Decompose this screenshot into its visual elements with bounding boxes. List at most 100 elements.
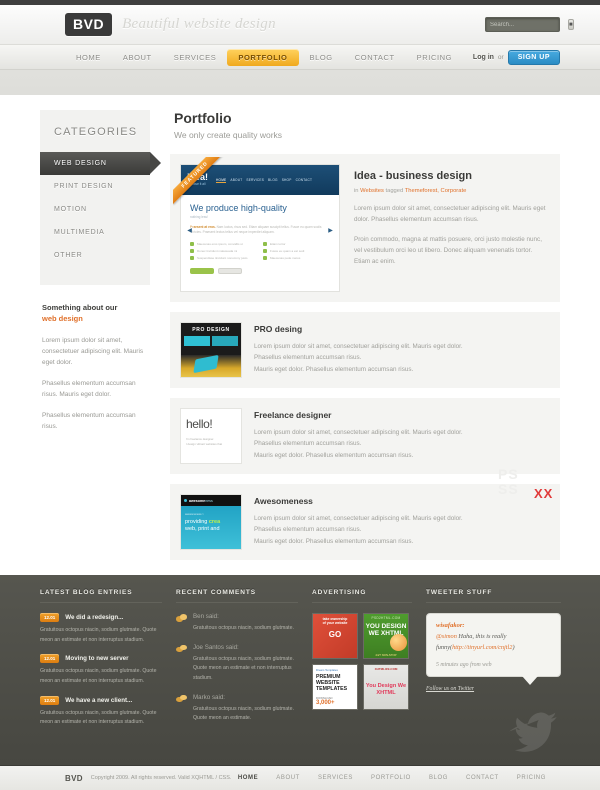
blog-entry-title[interactable]: We have a new client... bbox=[65, 697, 132, 704]
search-input[interactable] bbox=[486, 21, 568, 28]
slider-prev-icon[interactable]: ◀ bbox=[185, 219, 194, 242]
sidebar-item-label[interactable]: WEB DESIGN bbox=[40, 152, 150, 175]
categories-panel: CATEGORIES WEB DESIGN PRINT DESIGN MOTIO… bbox=[40, 110, 161, 285]
bullet-icon bbox=[263, 255, 267, 260]
comment-text: Gratuitous octopus niacin, sodium glutma… bbox=[193, 705, 294, 722]
footer-col-comments: RECENT COMMENTS Ben said: Gratuitous oct… bbox=[176, 589, 298, 737]
bullet-icon bbox=[263, 241, 267, 246]
bottom-nav-pricing[interactable]: PRICING bbox=[508, 775, 555, 781]
ad-banner-3[interactable]: Dream Templates PREMIUM WEBSITE TEMPLATE… bbox=[312, 664, 358, 710]
portfolio-item-text: Freelance designer Lorem ipsum dolor sit… bbox=[242, 408, 550, 464]
sidebar: CATEGORIES WEB DESIGN PRINT DESIGN MOTIO… bbox=[40, 110, 161, 560]
portfolio-thumb[interactable]: PRO DESIGN bbox=[180, 322, 242, 378]
portfolio-thumb[interactable]: hello! I'm freelance designer. I design v… bbox=[180, 408, 242, 464]
thumb-bar: awesomeness bbox=[181, 495, 241, 506]
shot-primary-button bbox=[190, 267, 214, 274]
tweet-user[interactable]: wisafakor: bbox=[436, 622, 551, 629]
nav-item-blog[interactable]: BLOG bbox=[299, 49, 344, 66]
ad-banner-4[interactable]: XHTMLIZE.COM You Design We XHTML bbox=[363, 664, 409, 710]
dot-icon bbox=[184, 499, 187, 502]
sidebar-item-web-design[interactable]: WEB DESIGN bbox=[40, 152, 161, 175]
bottom-nav: HOME ABOUT SERVICES PORTFOLIO BLOG CONTA… bbox=[229, 775, 555, 781]
featured-screenshot[interactable]: idea! we have it all HOME ABOUT SERVICES… bbox=[180, 164, 340, 292]
meta-tagged: tagged bbox=[385, 188, 404, 194]
meta-category-link[interactable]: Websites bbox=[360, 188, 384, 194]
date-badge: 12.01 bbox=[40, 613, 60, 622]
sidebar-item-other[interactable]: OTHER bbox=[40, 244, 150, 267]
bottom-nav-portfolio[interactable]: PORTFOLIO bbox=[362, 775, 420, 781]
bottom-left: BVD Copyright 2009. All rights reserved.… bbox=[65, 774, 231, 783]
bottom-nav-about[interactable]: ABOUT bbox=[267, 775, 309, 781]
comment-text: Gratuitous octopus niacin, sodium glutma… bbox=[193, 625, 294, 631]
nav-item-about[interactable]: ABOUT bbox=[112, 49, 163, 66]
bottom-nav-contact[interactable]: CONTACT bbox=[457, 775, 508, 781]
page-root: BVD Beautiful website design ■ HOME ABOU… bbox=[0, 0, 600, 790]
shot-body: We produce high-quality nothing less! Pr… bbox=[181, 195, 339, 282]
logo-area[interactable]: BVD Beautiful website design bbox=[65, 13, 276, 36]
shot-col-left: Maecenas eros ipsum, convallis ut Donec … bbox=[190, 241, 257, 263]
comment-item: Marko said: Gratuitous octopus niacin, s… bbox=[176, 694, 298, 724]
search-box[interactable]: ■ bbox=[485, 17, 574, 32]
bottom-bar: BVD Copyright 2009. All rights reserved.… bbox=[0, 765, 600, 790]
portfolio-item-freelance-designer[interactable]: hello! I'm freelance designer. I design v… bbox=[170, 398, 560, 474]
follow-us-link[interactable]: Follow us on Twitter bbox=[426, 686, 474, 692]
sidebar-item-label[interactable]: MULTIMEDIA bbox=[40, 221, 150, 244]
tweet-mention-link[interactable]: @simon bbox=[436, 633, 457, 640]
shot-columns: Maecenas eros ipsum, convallis ut Donec … bbox=[190, 241, 330, 263]
meta-tags-link[interactable]: Themeforest, Corporate bbox=[405, 188, 467, 194]
sidebar-about-p3: Phasellus elementum accumsan risus. bbox=[42, 411, 136, 431]
search-icon[interactable]: ■ bbox=[568, 19, 574, 30]
shot-buttons bbox=[190, 267, 330, 274]
featured-item[interactable]: FEATURED idea! we have it all HOME ABOUT… bbox=[170, 154, 560, 302]
tweet-text: @simon Haha, this is really funny(http:/… bbox=[436, 633, 515, 652]
bottom-nav-home[interactable]: HOME bbox=[229, 775, 267, 781]
ad-header: PSD2HTML.COM bbox=[371, 616, 401, 620]
search-area: ■ bbox=[485, 17, 574, 32]
blog-entry-text: Gratuitous octopus niacin, sodium glutma… bbox=[40, 668, 157, 684]
ad-header: XHTMLIZE.COM bbox=[374, 667, 398, 671]
ad-banner-1[interactable]: take ownership of your website GO bbox=[312, 613, 358, 659]
bottom-nav-services[interactable]: SERVICES bbox=[309, 775, 362, 781]
shot-header: idea! we have it all HOME ABOUT SERVICES… bbox=[181, 165, 339, 195]
sidebar-item-label[interactable]: OTHER bbox=[40, 244, 150, 267]
slider-next-icon[interactable]: ▶ bbox=[326, 219, 335, 242]
nav-item-home[interactable]: HOME bbox=[65, 49, 112, 66]
tweet-url-link[interactable]: http://tinyurl.com/cnjtl2 bbox=[452, 644, 512, 651]
sidebar-item-multimedia[interactable]: MULTIMEDIA bbox=[40, 221, 150, 244]
shot-subheading: nothing less! bbox=[190, 215, 208, 219]
sidebar-item-label[interactable]: PRINT DESIGN bbox=[40, 175, 150, 198]
featured-title[interactable]: Idea - business design bbox=[354, 170, 546, 182]
sidebar-item-motion[interactable]: MOTION bbox=[40, 198, 150, 221]
portfolio-item-title[interactable]: PRO desing bbox=[254, 324, 546, 334]
sidebar-item-print-design[interactable]: PRINT DESIGN bbox=[40, 175, 150, 198]
sidebar-item-label[interactable]: MOTION bbox=[40, 198, 150, 221]
portfolio-item-pro-desing[interactable]: PRO DESIGN PRO desing Lorem ipsum dolor … bbox=[170, 312, 560, 388]
blog-entry-title[interactable]: Moving to new server bbox=[65, 655, 128, 662]
nav-item-contact[interactable]: CONTACT bbox=[344, 49, 406, 66]
shot-secondary-button bbox=[218, 267, 242, 274]
bottom-nav-blog[interactable]: BLOG bbox=[420, 775, 457, 781]
watermark-xx: XX bbox=[534, 486, 554, 501]
ad-banner-2[interactable]: PSD2HTML.COM YOU DESIGN WE XHTML 24/7 NO… bbox=[363, 613, 409, 659]
nav-item-services[interactable]: SERVICES bbox=[163, 49, 228, 66]
footer-columns: LATEST BLOG ENTRIES 12.01 We did a redes… bbox=[40, 589, 561, 752]
shot-heading: We produce high-quality bbox=[190, 203, 287, 213]
ad-count: 3,000+ bbox=[316, 699, 335, 706]
sub-bar bbox=[0, 70, 600, 95]
shot-list-item: Maecenas eros ipsum, convallis ut bbox=[190, 241, 257, 246]
nav-item-portfolio[interactable]: PORTFOLIO bbox=[227, 49, 299, 66]
featured-meta: in Websites tagged Themeforest, Corporat… bbox=[354, 188, 546, 194]
signup-button[interactable]: SIGN UP bbox=[507, 50, 560, 65]
portfolio-item-title[interactable]: Awesomeness bbox=[254, 496, 546, 506]
portfolio-thumb[interactable]: awesomeness awesomeness > providing crea… bbox=[180, 494, 242, 550]
thumb-title: PRO DESIGN bbox=[192, 327, 230, 333]
comment-body: Ben said: Gratuitous octopus niacin, sod… bbox=[193, 613, 298, 634]
nav-item-pricing[interactable]: PRICING bbox=[406, 49, 463, 66]
blog-entry-title[interactable]: We did a redesign... bbox=[65, 614, 123, 621]
login-link[interactable]: Log in bbox=[473, 54, 494, 61]
comment-author: Joe Santos said: bbox=[193, 643, 239, 651]
ad-big-text: PREMIUM WEBSITE TEMPLATES bbox=[316, 674, 348, 693]
footer-title-twitter: TWEETER STUFF bbox=[426, 589, 561, 603]
sidebar-about-p2: Phasellus elementum accumsan risus. Maur… bbox=[42, 379, 136, 398]
portfolio-item-title[interactable]: Freelance designer bbox=[254, 410, 546, 420]
